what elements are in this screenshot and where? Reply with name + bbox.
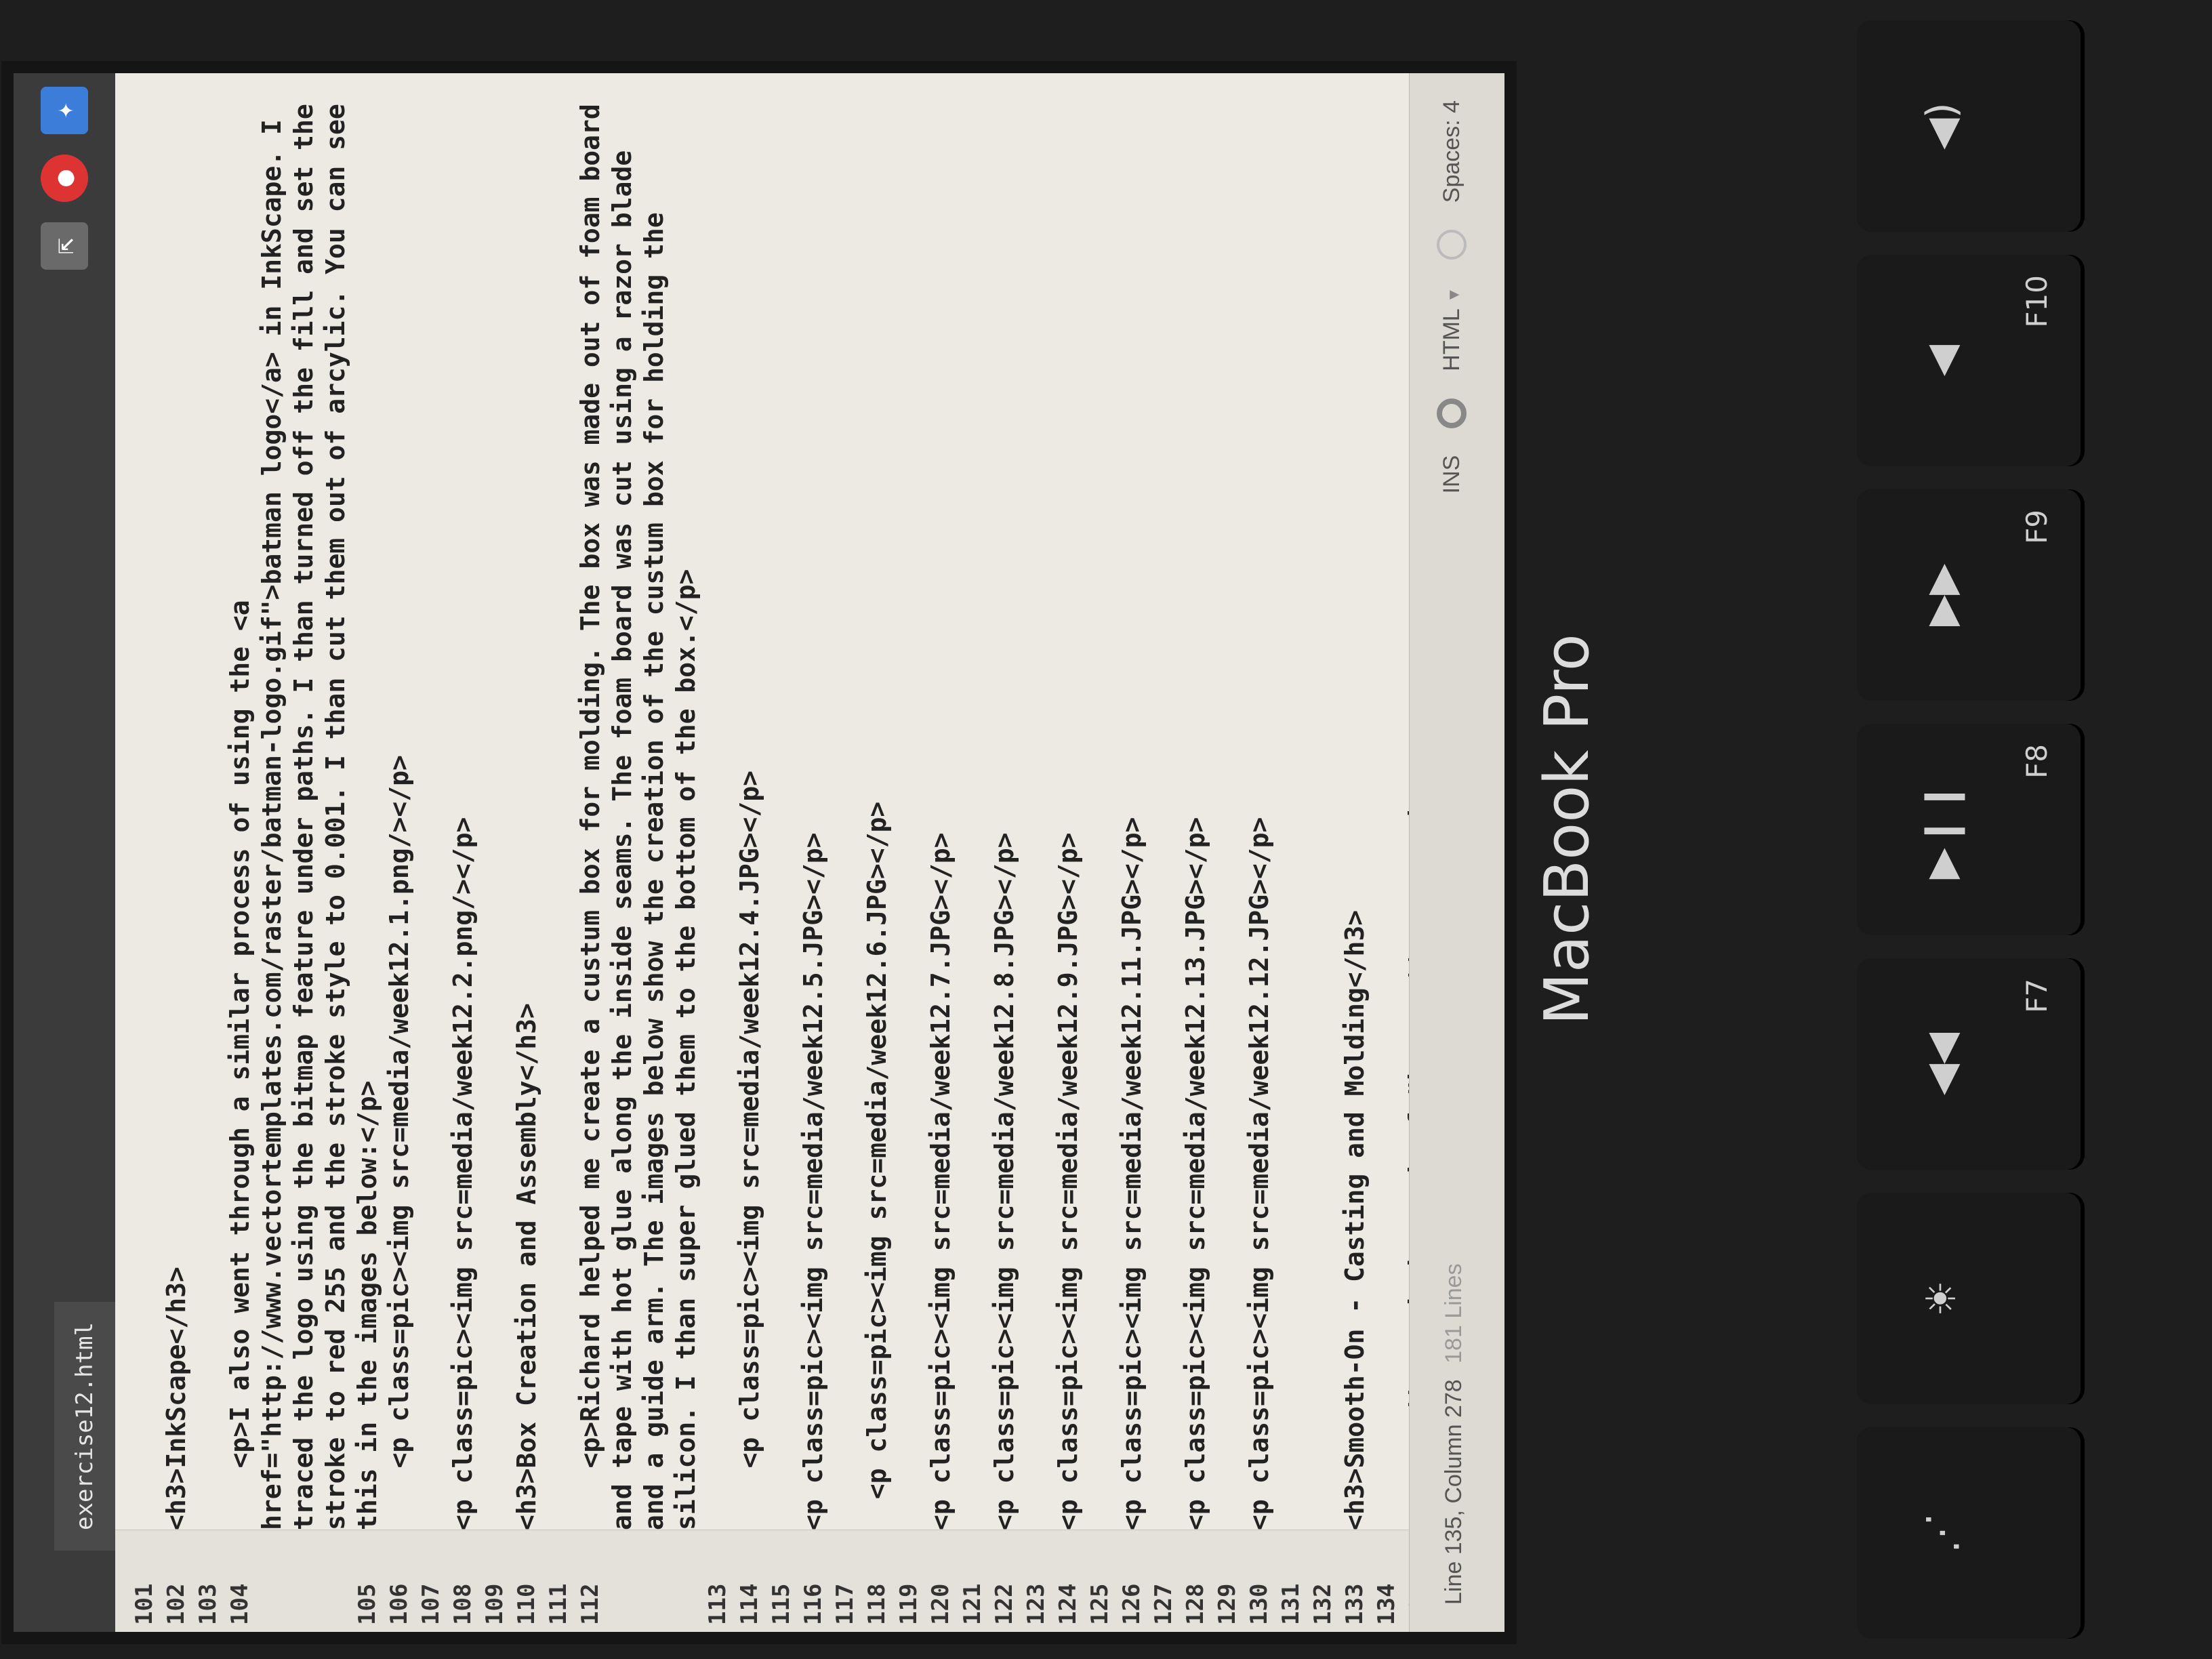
code-line[interactable]: <p class=pic><img src=media/week12.9.JPG… [1052, 100, 1084, 1530]
line-number: 106 [386, 1583, 413, 1625]
line-number: 120 [927, 1583, 954, 1625]
app-icon[interactable]: ✦ [41, 87, 88, 134]
line-number: 134 [1373, 1583, 1400, 1625]
code-line[interactable]: <p class=pic><img src=media/week12.2.png… [447, 100, 479, 1530]
key-glyph-icon: ◀) [1918, 102, 1965, 150]
line-number: 105 [354, 1583, 381, 1625]
line-number: 132 [1309, 1583, 1336, 1625]
line-number: 114 [736, 1583, 763, 1625]
line-number: 122 [991, 1583, 1018, 1625]
language-label: HTML [1438, 309, 1465, 371]
keyboard-key[interactable]: ◀ F10 [1857, 255, 2081, 466]
code-area[interactable]: <h3>InkScape</h3> <p>I also went through… [115, 73, 1504, 1530]
line-number: 111 [545, 1583, 572, 1625]
title-bar: exercise12.html ⇱ ● ✦ [14, 73, 121, 1632]
sidebar-icon[interactable]: ⇱ [41, 222, 88, 270]
line-number: 112 [577, 1583, 604, 1625]
key-glyph-icon: ▶▶ [1918, 563, 1965, 627]
key-label: F10 [2020, 275, 2053, 328]
line-number: 110 [513, 1583, 540, 1625]
code-line[interactable]: <p class=pic><img src=media/week12.12.JP… [1244, 100, 1275, 1530]
line-number: 103 [194, 1583, 222, 1625]
cursor-position-label: Line 135, Column 278 [1441, 1379, 1467, 1605]
keyboard-key[interactable]: ◀◀ F7 [1857, 958, 2081, 1170]
spinner-icon [1437, 398, 1467, 428]
code-line[interactable]: <p>Richard helped me create a custum box… [575, 100, 702, 1530]
file-tab[interactable]: exercise12.html [54, 1301, 121, 1551]
status-right: INS HTML ▼ Spaces: 4 [1437, 100, 1467, 493]
laptop-screen: exercise12.html ⇱ ● ✦ 101 102 103 104 105 106… [14, 73, 1504, 1632]
line-number: 123 [1023, 1583, 1050, 1625]
line-number: 117 [832, 1583, 859, 1625]
linter-status-icon[interactable] [1437, 230, 1467, 260]
cursor-position[interactable]: Line 135, Column 278 181 Lines [1441, 1263, 1467, 1605]
keyboard-key[interactable]: ⋰ [1857, 1427, 2081, 1639]
code-line[interactable]: <p class=pic><img src=media/week12.1.png… [384, 100, 415, 1530]
line-number: 108 [449, 1583, 476, 1625]
code-line[interactable]: <p class=pic><img src=media/week12.6.JPG… [861, 100, 893, 1530]
key-label: F7 [2020, 979, 2053, 1013]
key-label: F9 [2020, 510, 2053, 544]
menubar-icons: ⇱ ● ✦ [27, 87, 102, 270]
keyboard-key[interactable]: ▶▶ F9 [1857, 489, 2081, 701]
line-number: 118 [863, 1583, 890, 1625]
code-line[interactable]: <h3>InkScape</h3> [161, 100, 192, 1530]
line-number: 125 [1086, 1583, 1113, 1625]
line-number: 133 [1341, 1583, 1368, 1625]
code-line[interactable]: <p class=pic><img src=media/week12.4.JPG… [734, 100, 766, 1530]
language-selector[interactable]: HTML ▼ [1439, 287, 1465, 371]
code-line[interactable]: <p class=pic><img src=media/week12.7.JPG… [925, 100, 957, 1530]
indent-setting-label[interactable]: Spaces: 4 [1439, 100, 1465, 203]
dropdown-arrow-icon: ▼ [1444, 287, 1463, 303]
keyboard-key[interactable]: ◀) [1857, 20, 2081, 232]
line-number: 119 [895, 1583, 922, 1625]
key-glyph-icon: ⋰ [1918, 1513, 1965, 1553]
laptop-brand-label: MacBook Pro [1532, 634, 1603, 1025]
code-editor[interactable]: 101 102 103 104 105 106 107 108 109 110 111 112 113 1… [115, 73, 1504, 1632]
line-number: 104 [226, 1583, 253, 1625]
line-number: 115 [768, 1583, 795, 1625]
line-number: 129 [1214, 1583, 1241, 1625]
code-line[interactable]: <p class=pic><img src=media/week12.13.JP… [1180, 100, 1212, 1530]
key-glyph-icon: ◀◀ [1918, 1032, 1965, 1096]
code-line[interactable]: <p>I also went through a similar process… [224, 100, 384, 1530]
line-number: 107 [417, 1583, 445, 1625]
key-label: F8 [2020, 744, 2053, 779]
line-number: 127 [1150, 1583, 1177, 1625]
line-number: 124 [1054, 1583, 1082, 1625]
code-line[interactable]: <p class=pic><img src=media/week12.11.JP… [1116, 100, 1148, 1530]
insert-mode-label[interactable]: INS [1439, 455, 1465, 494]
key-glyph-icon: ☀ [1918, 1280, 1965, 1317]
line-number-gutter: 101 102 103 104 105 106 107 108 109 110 111 112 113 1… [115, 1530, 1432, 1632]
key-glyph-icon: ◀ [1918, 344, 1965, 377]
code-line[interactable]: <h3>Smooth-On - Casting and Molding</h3> [1339, 100, 1371, 1530]
line-number: 116 [800, 1583, 827, 1625]
code-line[interactable]: <p class=pic><img src=media/week12.5.JPG… [798, 100, 830, 1530]
line-number: 102 [163, 1583, 190, 1625]
keyboard-key[interactable]: ▶❙❙ F8 [1857, 724, 2081, 935]
line-number: 121 [959, 1583, 986, 1625]
line-count-label: 181 Lines [1441, 1263, 1467, 1364]
line-number: 109 [481, 1583, 508, 1625]
keyboard-key[interactable]: ☀ [1857, 1193, 2081, 1404]
code-line[interactable]: <p class=pic><img src=media/week12.8.JPG… [989, 100, 1021, 1530]
line-number: 130 [1246, 1583, 1273, 1625]
record-icon[interactable]: ● [41, 155, 88, 202]
code-line[interactable]: <h3>Box Creation and Assembly</h3> [511, 100, 543, 1530]
key-glyph-icon: ▶❙❙ [1918, 779, 1965, 880]
line-number: 101 [131, 1583, 158, 1625]
line-number: 113 [704, 1583, 731, 1625]
function-key-row: ⋰ ☀ ◀◀ F7 ▶❙❙ F8 ▶▶ F9 ◀ F10 ◀) [1857, 20, 2081, 1639]
status-bar: Line 135, Column 278 181 Lines INS HTML … [1409, 73, 1504, 1632]
line-number: 128 [1182, 1583, 1209, 1625]
file-tab-label: exercise12.html [71, 1322, 98, 1530]
line-number: 131 [1277, 1583, 1305, 1625]
photo-stage: exercise12.html ⇱ ● ✦ 101 102 103 104 105 106… [0, 0, 2212, 1659]
line-number: 126 [1118, 1583, 1145, 1625]
